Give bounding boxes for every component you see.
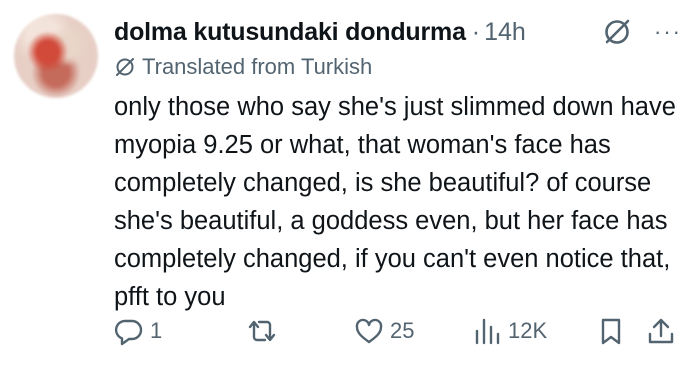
- bookmark-icon: [596, 316, 626, 346]
- repost-icon: [245, 316, 279, 346]
- views-icon: [472, 316, 502, 346]
- heart-icon: [354, 316, 384, 346]
- reply-count: 1: [150, 318, 163, 343]
- views-button[interactable]: 12K: [472, 313, 547, 349]
- share-button[interactable]: [646, 313, 676, 349]
- reply-button[interactable]: 1: [114, 313, 162, 349]
- reply-icon: [114, 316, 144, 346]
- more-icon[interactable]: ···: [654, 21, 682, 43]
- separator-dot: ·: [471, 17, 481, 46]
- repost-button[interactable]: [245, 313, 285, 349]
- bookmark-button[interactable]: [596, 313, 626, 349]
- like-button[interactable]: 25: [354, 313, 414, 349]
- like-count: 25: [390, 318, 415, 343]
- grok-icon[interactable]: [602, 17, 632, 47]
- post-time[interactable]: 14h: [484, 18, 526, 47]
- share-icon: [646, 316, 676, 346]
- post-text: only those who say she's just slimmed do…: [114, 93, 676, 311]
- header-actions: ···: [602, 17, 682, 47]
- translate-icon: [114, 56, 142, 78]
- post-header: dolma kutusundaki dondurma · 14h ···: [114, 16, 682, 48]
- translated-label: Translated from Turkish: [142, 54, 373, 79]
- avatar[interactable]: [14, 14, 98, 98]
- author-name[interactable]: dolma kutusundaki dondurma: [114, 18, 466, 47]
- views-count: 12K: [508, 318, 548, 343]
- action-bar: 1 25 12K: [108, 313, 678, 349]
- translated-notice[interactable]: Translated from Turkish: [114, 54, 372, 80]
